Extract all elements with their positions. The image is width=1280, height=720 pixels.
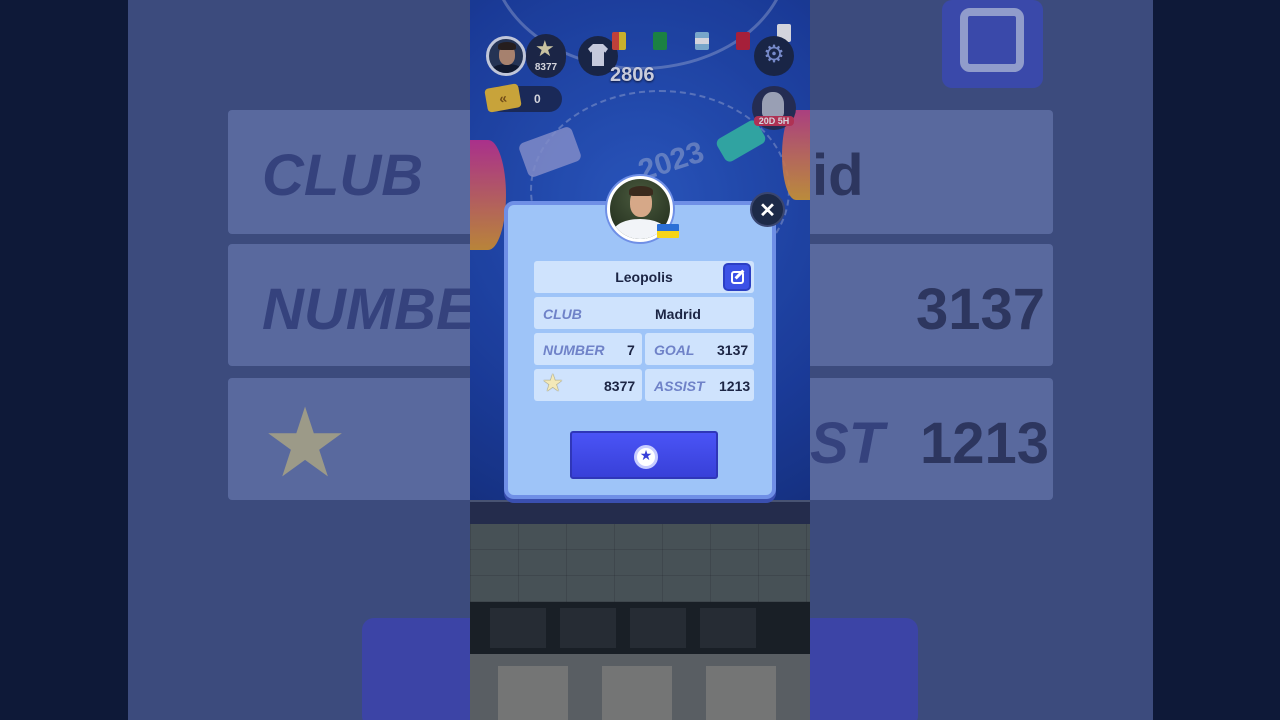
blurred-goal-value: 3137 xyxy=(916,277,1046,342)
assist-cell: ASSIST 1213 xyxy=(645,369,754,401)
blurred-club-value: id xyxy=(812,143,864,208)
blurred-edit-icon xyxy=(942,0,1043,88)
ukraine-flag-icon xyxy=(657,224,679,238)
blurred-assist-label: ST xyxy=(810,411,885,476)
club-row: CLUB Madrid xyxy=(534,297,754,329)
blurred-star-icon: ★ xyxy=(262,390,349,497)
assist-label: ASSIST xyxy=(654,378,705,394)
edit-icon xyxy=(731,271,744,284)
dark-side-left xyxy=(0,0,128,720)
stars-value: 8377 xyxy=(604,378,636,394)
edit-name-button[interactable] xyxy=(723,263,751,291)
medal-icon xyxy=(634,445,658,469)
goal-label: GOAL xyxy=(654,342,695,358)
goal-cell: GOAL 3137 xyxy=(645,333,754,365)
number-label: NUMBER xyxy=(543,342,605,358)
number-value: 7 xyxy=(627,342,635,358)
blurred-club-label: CLUB xyxy=(262,143,424,208)
player-name: Leopolis xyxy=(615,269,673,285)
stars-cell: ★ 8377 xyxy=(534,369,642,401)
dark-side-right xyxy=(1153,0,1280,720)
number-cell: NUMBER 7 xyxy=(534,333,642,365)
blurred-assist-value: 1213 xyxy=(920,411,1050,476)
badges-button[interactable] xyxy=(570,431,718,479)
goal-value: 3137 xyxy=(717,342,749,358)
close-icon: ✕ xyxy=(759,200,776,222)
player-profile-modal: Leopolis CLUB Madrid NUMBER 7 GOAL 3137 … xyxy=(504,201,776,499)
screen: CLUB id NUMBER 3137 ★ ST 1213 2023 ★ 837… xyxy=(0,0,1280,720)
close-button[interactable]: ✕ xyxy=(750,192,785,227)
name-bar: Leopolis xyxy=(534,261,754,293)
club-value: Madrid xyxy=(655,306,701,322)
club-label: CLUB xyxy=(543,306,582,322)
star-icon: ★ xyxy=(542,370,564,397)
assist-value: 1213 xyxy=(719,378,751,394)
